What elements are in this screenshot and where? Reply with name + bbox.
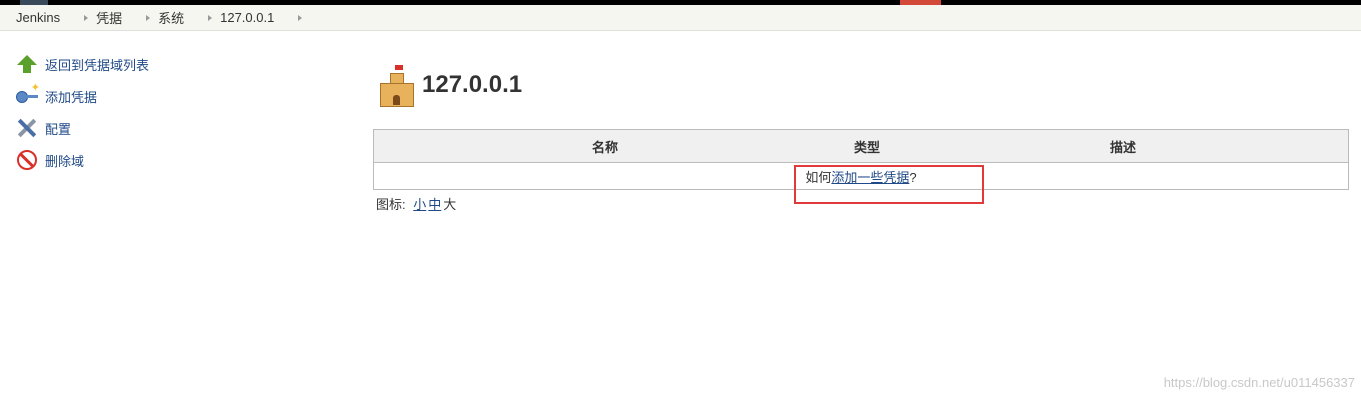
breadcrumb: Jenkins 凭据 系统 127.0.0.1: [0, 5, 1361, 31]
arrow-up-icon: [16, 53, 38, 75]
task-back-to-domains-link[interactable]: 返回到凭据域列表: [45, 55, 149, 74]
no-entry-icon: [16, 149, 38, 171]
castle-icon: [378, 65, 414, 107]
task-configure-link[interactable]: 配置: [45, 119, 71, 138]
breadcrumb-system[interactable]: 系统: [158, 8, 184, 27]
tools-icon: [16, 117, 38, 139]
task-add-credentials-link[interactable]: 添加凭据: [45, 87, 97, 106]
chevron-right-icon[interactable]: [208, 14, 213, 21]
chevron-right-icon[interactable]: [298, 14, 303, 21]
task-configure[interactable]: 配置: [16, 112, 316, 144]
chevron-right-icon[interactable]: [84, 14, 89, 21]
key-icon: ✦: [16, 82, 40, 107]
column-header-name[interactable]: 名称: [373, 129, 836, 163]
task-add-credentials[interactable]: ✦ 添加凭据: [16, 80, 316, 112]
page-title: 127.0.0.1: [422, 71, 523, 98]
breadcrumb-credentials[interactable]: 凭据: [96, 8, 122, 27]
icon-size-medium[interactable]: 中: [428, 197, 441, 212]
watermark: https://blog.csdn.net/u011456337: [1163, 375, 1355, 390]
annotation-highlight-box: [794, 165, 984, 204]
task-delete-domain[interactable]: 删除域: [16, 144, 316, 176]
page-heading: 127.0.0.1: [373, 62, 1349, 108]
side-panel: 返回到凭据域列表 ✦ 添加凭据 配置 删除域: [16, 48, 316, 176]
icon-size-large: 大: [443, 197, 457, 212]
icon-size-small[interactable]: 小: [413, 197, 426, 212]
breadcrumb-domain[interactable]: 127.0.0.1: [220, 10, 274, 25]
column-header-description[interactable]: 描述: [898, 129, 1349, 163]
table-header-row: 名称 类型 描述: [373, 129, 1349, 163]
task-back-to-domains[interactable]: 返回到凭据域列表: [16, 48, 316, 80]
icon-size-label: 图标:: [376, 197, 406, 212]
column-header-type[interactable]: 类型: [836, 129, 898, 163]
task-delete-domain-link[interactable]: 删除域: [45, 151, 84, 170]
breadcrumb-jenkins[interactable]: Jenkins: [0, 10, 60, 25]
chevron-right-icon[interactable]: [146, 14, 151, 21]
